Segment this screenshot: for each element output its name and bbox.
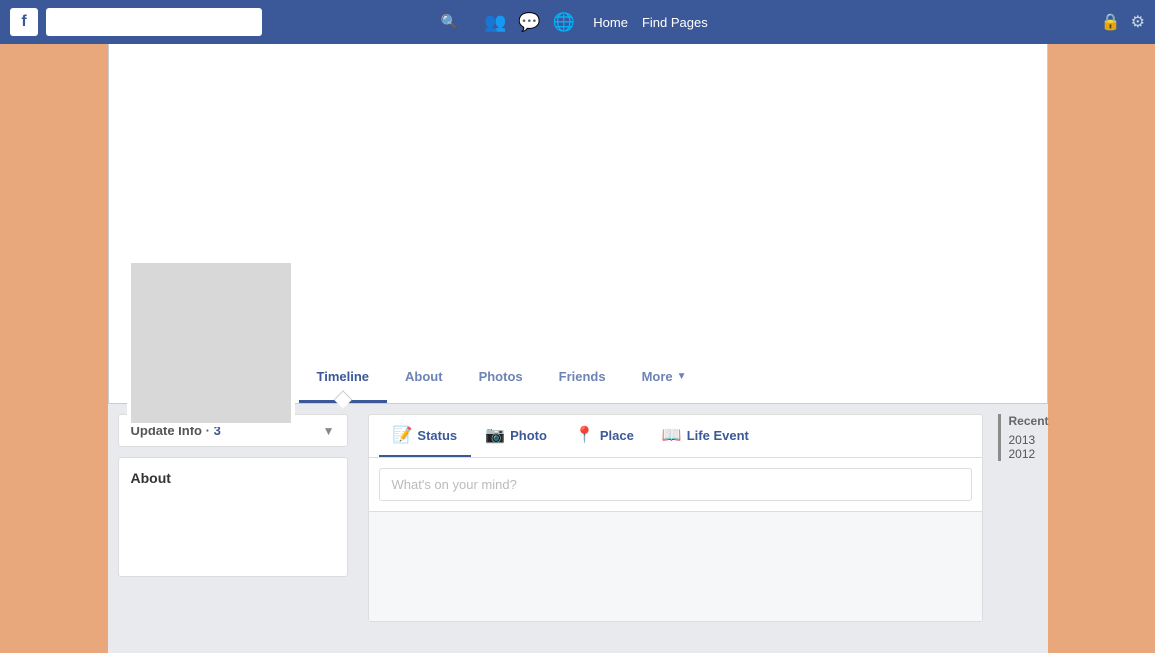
recent-year-2012[interactable]: 2012 [1009, 447, 1043, 461]
tab-friends-label: Friends [559, 369, 606, 384]
chevron-down-icon: ▼ [677, 371, 687, 382]
lock-icon[interactable]: 🔒 [1101, 12, 1121, 32]
tab-more[interactable]: More ▼ [624, 353, 705, 403]
about-box-title: About [131, 470, 335, 486]
facebook-logo[interactable]: f [10, 8, 38, 36]
tab-about[interactable]: About [387, 353, 461, 403]
globe-icon[interactable]: 🌐 [553, 12, 575, 33]
nav-links: Home Find Pages [593, 15, 707, 30]
tab-photos[interactable]: Photos [461, 353, 541, 403]
tab-timeline[interactable]: Timeline [299, 353, 388, 403]
messages-icon[interactable]: 💬 [518, 12, 540, 33]
tab-photos-label: Photos [479, 369, 523, 384]
post-composer: 📝 Status 📷 Photo 📍 Place 📖 [368, 414, 983, 622]
photo-icon: 📷 [485, 425, 505, 445]
right-content: 📝 Status 📷 Photo 📍 Place 📖 [358, 414, 993, 632]
content-area: Update Info · 3 ▼ About 📝 Status [108, 404, 1048, 642]
right-sidebar: Recent 2013 2012 [993, 414, 1048, 632]
nav-icons: 👥 💬 🌐 [484, 12, 575, 33]
composer-tab-photo[interactable]: 📷 Photo [471, 415, 561, 457]
navbar: f 🔍 👥 💬 🌐 Home Find Pages 🔒 ⚙ [0, 0, 1155, 44]
nav-right-icons: 🔒 ⚙ [1101, 12, 1145, 32]
about-box: About [118, 457, 348, 577]
profile-picture[interactable] [127, 259, 295, 427]
search-input[interactable] [46, 8, 262, 36]
composer-photo-label: Photo [510, 428, 547, 443]
composer-status-label: Status [417, 428, 457, 443]
composer-input[interactable]: What's on your mind? [379, 468, 972, 501]
cover-photo [108, 44, 1048, 354]
composer-tab-life-event[interactable]: 📖 Life Event [648, 415, 763, 457]
composer-tab-place[interactable]: 📍 Place [561, 415, 648, 457]
recent-year-2013[interactable]: 2013 [1009, 433, 1043, 447]
composer-input-area: What's on your mind? [369, 458, 982, 511]
recent-section: Recent 2013 2012 [998, 414, 1043, 461]
composer-tab-status[interactable]: 📝 Status [379, 415, 472, 457]
settings-icon[interactable]: ⚙ [1131, 12, 1145, 32]
composer-tabs: 📝 Status 📷 Photo 📍 Place 📖 [369, 415, 982, 458]
tab-about-label: About [405, 369, 443, 384]
friends-icon[interactable]: 👥 [484, 12, 506, 33]
status-icon: 📝 [393, 425, 413, 445]
search-wrap: 🔍 [46, 8, 466, 36]
tab-timeline-label: Timeline [317, 369, 370, 384]
composer-life-event-label: Life Event [687, 428, 749, 443]
tab-more-label: More [642, 369, 673, 384]
recent-title: Recent [1009, 414, 1043, 428]
tab-friends[interactable]: Friends [541, 353, 624, 403]
update-info-chevron-icon: ▼ [323, 424, 335, 438]
composer-place-label: Place [600, 428, 634, 443]
find-pages-link[interactable]: Find Pages [642, 15, 708, 30]
life-event-icon: 📖 [662, 425, 682, 445]
profile-container: Timeline About Photos Friends More ▼ [108, 44, 1048, 653]
home-link[interactable]: Home [593, 15, 628, 30]
page-wrap: Timeline About Photos Friends More ▼ [0, 44, 1155, 653]
composer-bottom [369, 511, 982, 621]
place-icon: 📍 [575, 425, 595, 445]
composer-placeholder: What's on your mind? [392, 477, 517, 492]
left-sidebar: Update Info · 3 ▼ About [108, 414, 358, 632]
search-icon[interactable]: 🔍 [441, 14, 458, 31]
